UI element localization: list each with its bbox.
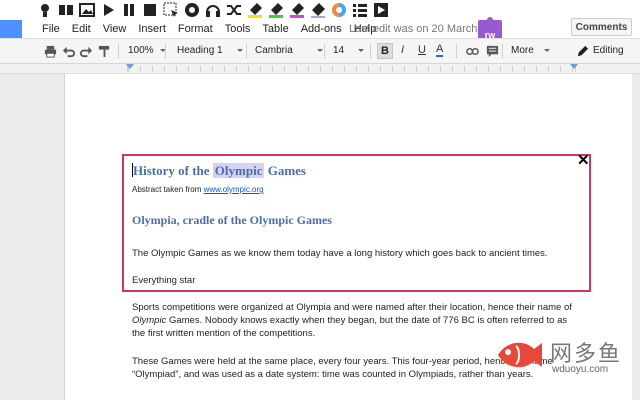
more-label: More: [511, 45, 534, 56]
menu-file[interactable]: File: [42, 23, 60, 35]
shuffle-icon[interactable]: [225, 1, 243, 19]
font-size-dropdown[interactable]: 14: [333, 45, 365, 56]
menu-format[interactable]: Format: [178, 23, 213, 35]
format-toolbar: 100% Heading 1 Cambria 14 B I U A More E…: [0, 38, 640, 64]
overlay-title: History of the Olympic Games: [132, 163, 306, 179]
ruler[interactable]: [0, 64, 640, 74]
style-value: Heading 1: [177, 45, 223, 56]
italic-button[interactable]: I: [401, 44, 404, 56]
picture-icon[interactable]: [78, 1, 96, 19]
extension-toolbar: [0, 0, 640, 20]
link-icon[interactable]: [465, 44, 479, 58]
menu-view[interactable]: View: [103, 23, 127, 35]
more-dropdown[interactable]: More: [511, 45, 550, 56]
overlay-title-prefix: History of the: [133, 163, 210, 178]
underline-button[interactable]: U: [418, 44, 426, 56]
menu-tools[interactable]: Tools: [225, 23, 251, 35]
menu-addons[interactable]: Add-ons: [301, 23, 342, 35]
zoom-value: 100%: [128, 45, 154, 56]
pencil-icon: [575, 44, 589, 58]
pause-icon[interactable]: [120, 1, 138, 19]
para1-emphasis: Olympic: [132, 315, 167, 326]
menu-edit[interactable]: Edit: [72, 23, 91, 35]
style-dropdown[interactable]: Heading 1: [177, 45, 243, 56]
overlay-title-suffix: Games: [267, 163, 306, 178]
play-icon[interactable]: [99, 1, 117, 19]
text-color-button[interactable]: A: [436, 44, 444, 57]
translate-icon[interactable]: [183, 1, 201, 19]
close-icon[interactable]: ✕: [577, 153, 590, 168]
last-edit-status[interactable]: Last edit was on 20 March: [349, 23, 477, 35]
screen-select-icon[interactable]: [162, 1, 180, 19]
highlighter-pink-icon[interactable]: [288, 1, 306, 19]
abstract-label: Abstract taken from: [132, 185, 202, 194]
font-value: Cambria: [255, 45, 293, 56]
highlighter-green-icon[interactable]: [267, 1, 285, 19]
stop-icon[interactable]: [141, 1, 159, 19]
headphones-icon[interactable]: [204, 1, 222, 19]
highlighted-word[interactable]: Olympic: [212, 163, 265, 178]
list-icon[interactable]: [351, 1, 369, 19]
speaker-icon[interactable]: [36, 1, 54, 19]
zoom-dropdown[interactable]: 100%: [128, 45, 166, 56]
overlay-subtitle: Olympia, cradle of the Olympic Games: [132, 213, 332, 227]
color-wheel-icon[interactable]: [330, 1, 348, 19]
right-indent-marker[interactable]: [570, 64, 578, 69]
print-icon[interactable]: [43, 44, 57, 58]
menu-table[interactable]: Table: [262, 23, 288, 35]
editing-mode[interactable]: Editing: [593, 45, 624, 56]
highlighter-yellow-icon[interactable]: [246, 1, 264, 19]
undo-icon[interactable]: [61, 44, 75, 58]
font-size-value: 14: [333, 45, 345, 56]
abstract-link[interactable]: www.olympic.org: [204, 185, 264, 194]
para1-start: Sports competitions were organized at Ol…: [132, 302, 572, 313]
watermark-subtitle: wduoyu.com: [552, 364, 609, 375]
abstract-line: Abstract taken from www.olympic.org: [132, 185, 264, 194]
comments-button[interactable]: Comments: [571, 18, 632, 36]
comment-icon[interactable]: [485, 44, 499, 58]
dictionary-icon[interactable]: [57, 1, 75, 19]
video-play-icon[interactable]: [372, 1, 390, 19]
overlay-paragraph-1: The Olympic Games as we know them today …: [132, 248, 548, 259]
menu-insert[interactable]: Insert: [138, 23, 166, 35]
bold-button[interactable]: B: [377, 43, 393, 59]
overlay-paragraph-2: Everything star: [132, 275, 196, 286]
menu-bar: File Edit View Insert Format Tools Table…: [0, 20, 640, 38]
redo-icon[interactable]: [79, 44, 93, 58]
fish-logo-icon: [498, 342, 542, 368]
font-dropdown[interactable]: Cambria: [255, 45, 323, 56]
watermark: 网多鱼 wduoyu.com: [494, 330, 640, 400]
paint-format-icon[interactable]: [97, 44, 111, 58]
left-indent-marker[interactable]: [126, 64, 134, 69]
eraser-icon[interactable]: [309, 1, 327, 19]
